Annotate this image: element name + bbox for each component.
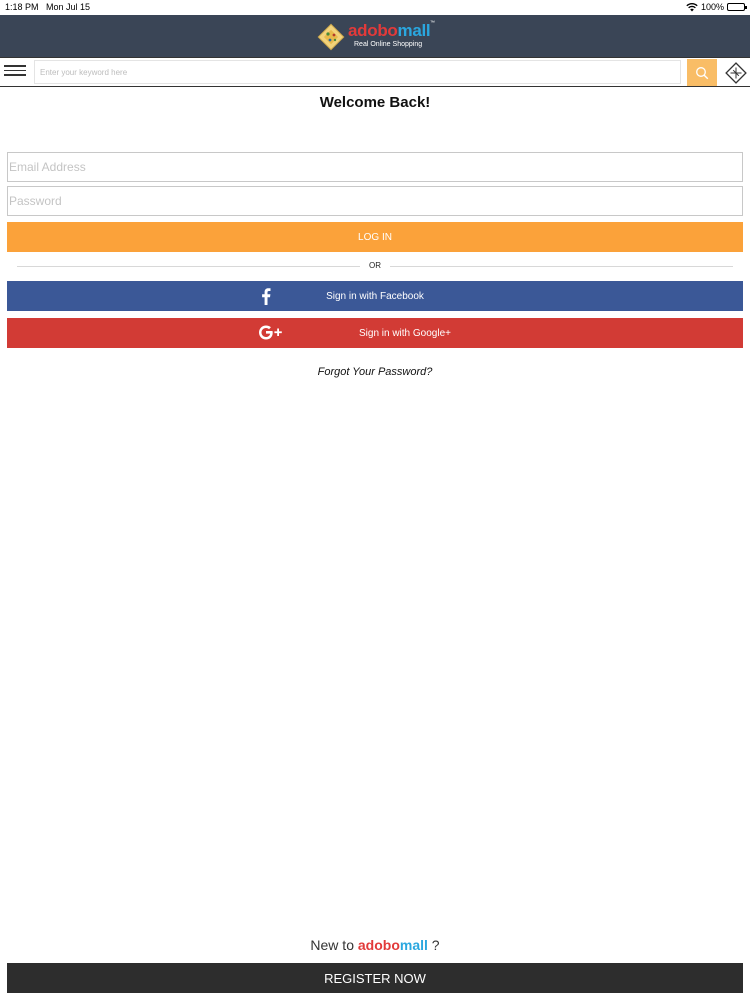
google-signin-button[interactable]: Sign in with Google+ xyxy=(7,318,743,348)
register-brand-part1: adobo xyxy=(357,937,400,953)
cube-icon xyxy=(724,61,747,84)
cube-button[interactable] xyxy=(722,59,749,86)
app-header: adobomall ™ Real Online Shopping xyxy=(0,15,750,57)
logo-trademark: ™ xyxy=(430,20,435,26)
or-label: OR xyxy=(369,261,381,270)
logo-mark-icon xyxy=(317,23,345,51)
page-title: Welcome Back! xyxy=(319,94,431,111)
facebook-signin-button[interactable]: Sign in with Facebook xyxy=(7,281,743,311)
search-input[interactable] xyxy=(34,60,681,84)
register-prompt-suffix: ? xyxy=(427,937,440,953)
register-prompt: New to adobomall ? xyxy=(0,937,750,953)
register-brand-part2: mall xyxy=(399,937,428,953)
register-prompt-prefix: New to xyxy=(310,937,358,953)
divider-line-left xyxy=(17,266,360,267)
divider-line-right xyxy=(390,266,733,267)
password-field[interactable] xyxy=(7,186,743,216)
register-now-button[interactable]: REGISTER NOW xyxy=(7,963,743,993)
logo-tagline: Real Online Shopping xyxy=(354,41,423,48)
logo-brand-part1: adobo xyxy=(348,21,398,40)
status-bar: 1:18 PM Mon Jul 15 100% xyxy=(0,0,750,15)
battery-icon xyxy=(727,3,747,11)
logo-brand-part2: mall xyxy=(397,21,431,40)
adobomall-logo[interactable]: adobomall ™ Real Online Shopping xyxy=(316,20,438,54)
or-divider: OR xyxy=(17,261,733,272)
login-button[interactable]: LOG IN xyxy=(7,222,743,252)
google-signin-label: Sign in with Google+ xyxy=(358,327,451,339)
wifi-icon xyxy=(686,3,698,12)
facebook-signin-label: Sign in with Facebook xyxy=(326,290,424,302)
email-field[interactable] xyxy=(7,152,743,182)
status-date: Mon Jul 15 xyxy=(46,2,91,12)
logo-wordmark: adobomall xyxy=(348,21,431,41)
search-icon xyxy=(696,66,709,79)
search-bar xyxy=(0,57,750,87)
battery-percent: 100% xyxy=(701,2,725,12)
forgot-password-link[interactable]: Forgot Your Password? xyxy=(0,366,750,378)
search-button[interactable] xyxy=(687,59,717,86)
status-time: 1:18 PM xyxy=(5,2,39,12)
hamburger-menu-icon[interactable] xyxy=(4,62,26,82)
